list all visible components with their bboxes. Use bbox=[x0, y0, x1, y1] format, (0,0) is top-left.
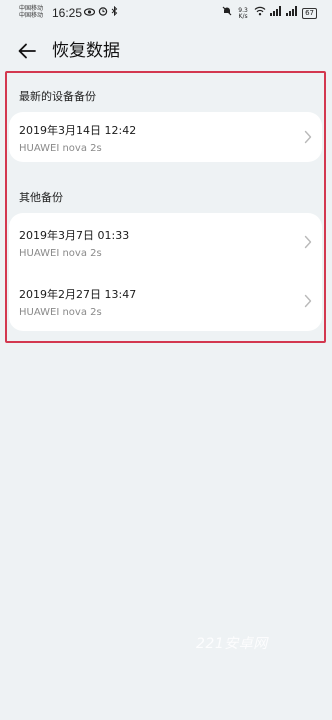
status-left-icons bbox=[83, 5, 118, 21]
bluetooth-icon bbox=[111, 5, 118, 21]
status-time: 16:25 bbox=[52, 6, 83, 20]
signal-icon-2 bbox=[286, 6, 298, 21]
alarm-icon bbox=[98, 6, 108, 21]
battery-icon: 67 bbox=[302, 8, 317, 19]
carrier-2: 中国移动 bbox=[19, 12, 44, 19]
status-bar: 中国移动 中国移动 16:25 9.3 K/s 67 bbox=[0, 0, 332, 28]
highlight-frame bbox=[5, 71, 326, 343]
wifi-icon bbox=[254, 6, 266, 21]
status-right-icons: 9.3 K/s 67 bbox=[222, 6, 317, 21]
page-title: 恢复数据 bbox=[52, 41, 120, 61]
carrier-labels: 中国移动 中国移动 bbox=[19, 5, 43, 19]
back-arrow-icon[interactable] bbox=[16, 40, 38, 62]
net-speed-unit: K/s bbox=[238, 12, 248, 20]
app-bar: 恢复数据 bbox=[0, 38, 332, 66]
carrier-1: 中国移动 bbox=[19, 5, 44, 12]
net-speed: 9.3 K/s bbox=[236, 7, 250, 20]
watermark: 221安卓网 bbox=[196, 636, 268, 652]
mute-icon bbox=[222, 6, 232, 21]
eye-icon bbox=[83, 7, 96, 21]
signal-icon bbox=[270, 6, 282, 21]
